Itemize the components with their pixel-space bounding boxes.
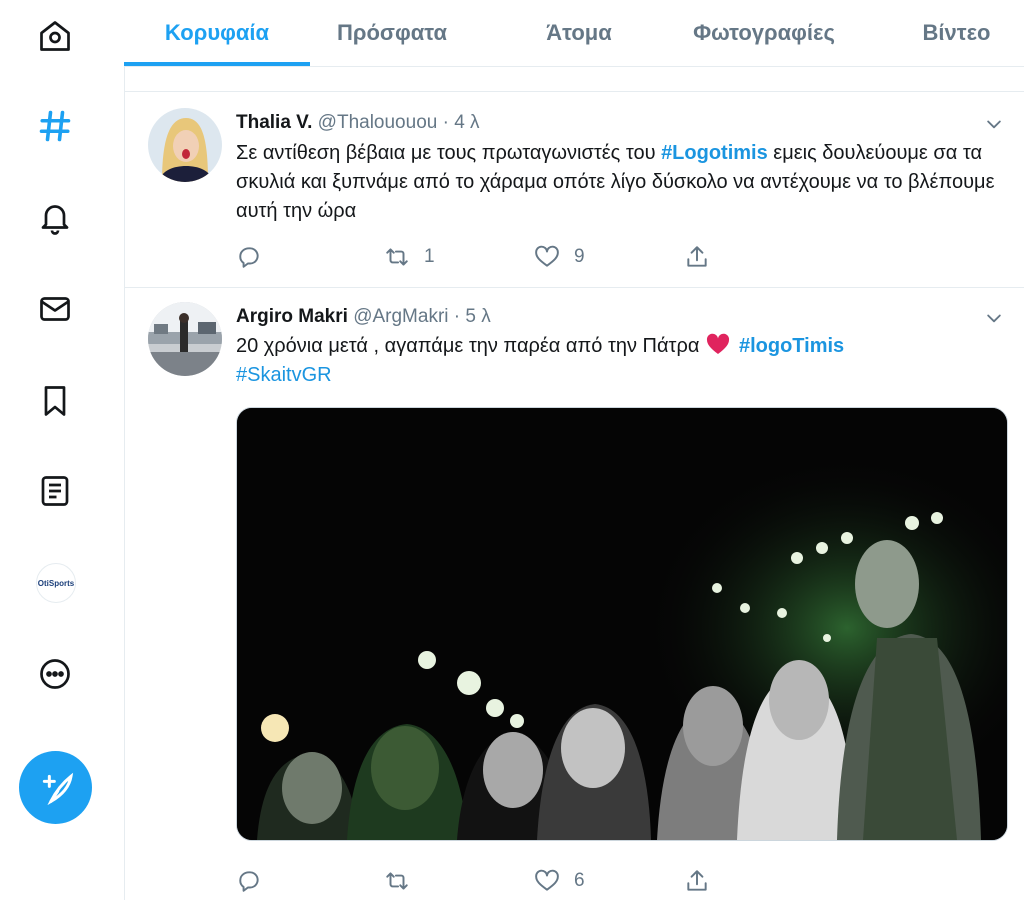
tweet[interactable]: Thalia V. @Thalououou · 4 λ Σε αντίθεση … bbox=[124, 92, 1024, 288]
user-handle[interactable]: @Thalououou bbox=[318, 112, 438, 133]
hashtag-link[interactable]: #Logotimis bbox=[661, 142, 768, 164]
previous-tweet-actions bbox=[124, 67, 1024, 92]
compose-tweet-button[interactable] bbox=[19, 751, 92, 824]
user-name[interactable]: Argiro Makri bbox=[236, 306, 348, 327]
retweet-icon bbox=[386, 248, 408, 266]
tweet-time[interactable]: · 5 λ bbox=[454, 306, 491, 327]
heart-icon bbox=[535, 869, 559, 891]
tab-label: Κορυφαία bbox=[164, 20, 270, 45]
like-button[interactable]: 9 bbox=[534, 242, 585, 272]
reply-button[interactable] bbox=[236, 242, 276, 272]
sidebar-nav: OtiSports bbox=[0, 0, 125, 900]
bookmarks-icon[interactable] bbox=[33, 379, 77, 423]
heart-icon bbox=[535, 245, 559, 267]
tab-label: Άτομα bbox=[546, 20, 612, 45]
tweet-feed[interactable]: Thalia V. @Thalououou · 4 λ Σε αντίθεση … bbox=[124, 67, 1024, 900]
like-button[interactable]: 6 bbox=[534, 866, 585, 896]
red-heart-emoji-icon bbox=[706, 333, 730, 354]
tweet-text: 20 χρόνια μετά , αγαπάμε την παρέα από τ… bbox=[236, 332, 1006, 390]
profile-avatar[interactable]: OtiSports bbox=[36, 563, 76, 603]
user-avatar[interactable] bbox=[148, 302, 222, 376]
tweet-actions: 1 9 bbox=[236, 242, 736, 272]
tweet-text-part: Σε αντίθεση βέβαια με τους πρωταγωνιστές… bbox=[236, 142, 662, 164]
retweet-count: 1 bbox=[424, 246, 435, 267]
active-tab-indicator bbox=[124, 62, 310, 66]
messages-mail-icon[interactable] bbox=[33, 287, 77, 331]
tab-label: Βίντεο bbox=[922, 20, 991, 45]
tab-people[interactable]: Άτομα bbox=[524, 0, 634, 66]
tab-videos[interactable]: Βίντεο bbox=[909, 0, 1004, 66]
tweet-text: Σε αντίθεση βέβαια με τους πρωταγωνιστές… bbox=[236, 139, 1006, 226]
reply-icon bbox=[239, 871, 259, 892]
tweet-actions: 6 bbox=[236, 866, 736, 896]
share-icon bbox=[687, 246, 707, 267]
retweet-button[interactable] bbox=[384, 866, 424, 896]
tab-latest[interactable]: Πρόσφατα bbox=[314, 0, 470, 66]
notifications-bell-icon[interactable] bbox=[33, 195, 77, 239]
share-button[interactable] bbox=[684, 242, 710, 272]
chevron-down-icon[interactable] bbox=[984, 308, 1004, 328]
user-avatar[interactable] bbox=[148, 108, 222, 182]
tab-top[interactable]: Κορυφαία bbox=[124, 0, 310, 66]
hashtag-link[interactable]: #logoTimis bbox=[739, 335, 844, 357]
chevron-down-icon[interactable] bbox=[984, 114, 1004, 134]
tweet-header: Argiro Makri @ArgMakri · 5 λ bbox=[236, 306, 491, 328]
tweet[interactable]: Argiro Makri @ArgMakri · 5 λ 20 χρόνια μ… bbox=[124, 288, 1024, 900]
like-count: 6 bbox=[574, 870, 585, 891]
hashtag-link[interactable]: #SkaitvGR bbox=[236, 364, 332, 386]
retweet-icon bbox=[386, 872, 408, 890]
reply-button[interactable] bbox=[236, 866, 276, 896]
tab-label: Φωτογραφίες bbox=[693, 20, 835, 45]
reply-icon bbox=[239, 247, 259, 268]
tab-photos[interactable]: Φωτογραφίες bbox=[684, 0, 844, 66]
more-icon[interactable] bbox=[33, 652, 77, 696]
user-handle[interactable]: @ArgMakri bbox=[353, 306, 448, 327]
tweet-time[interactable]: · 4 λ bbox=[443, 112, 480, 133]
tweet-text-part: 20 χρόνια μετά , αγαπάμε την παρέα από τ… bbox=[236, 335, 705, 357]
profile-logo-text: OtiSports bbox=[37, 578, 75, 588]
retweet-button[interactable]: 1 bbox=[384, 242, 435, 272]
share-icon bbox=[687, 870, 707, 891]
tab-label: Πρόσφατα bbox=[337, 20, 447, 45]
user-name[interactable]: Thalia V. bbox=[236, 112, 312, 133]
home-icon[interactable] bbox=[33, 14, 77, 58]
lists-icon[interactable] bbox=[33, 469, 77, 513]
search-tabs: Κορυφαία Πρόσφατα Άτομα Φωτογραφίες Βίντ… bbox=[124, 0, 1024, 67]
like-count: 9 bbox=[574, 246, 585, 267]
compose-feather-icon bbox=[42, 772, 73, 805]
tweet-header: Thalia V. @Thalououou · 4 λ bbox=[236, 112, 480, 134]
share-button[interactable] bbox=[684, 866, 710, 896]
explore-hashtag-icon[interactable] bbox=[33, 104, 77, 148]
tweet-photo[interactable] bbox=[236, 407, 1008, 841]
